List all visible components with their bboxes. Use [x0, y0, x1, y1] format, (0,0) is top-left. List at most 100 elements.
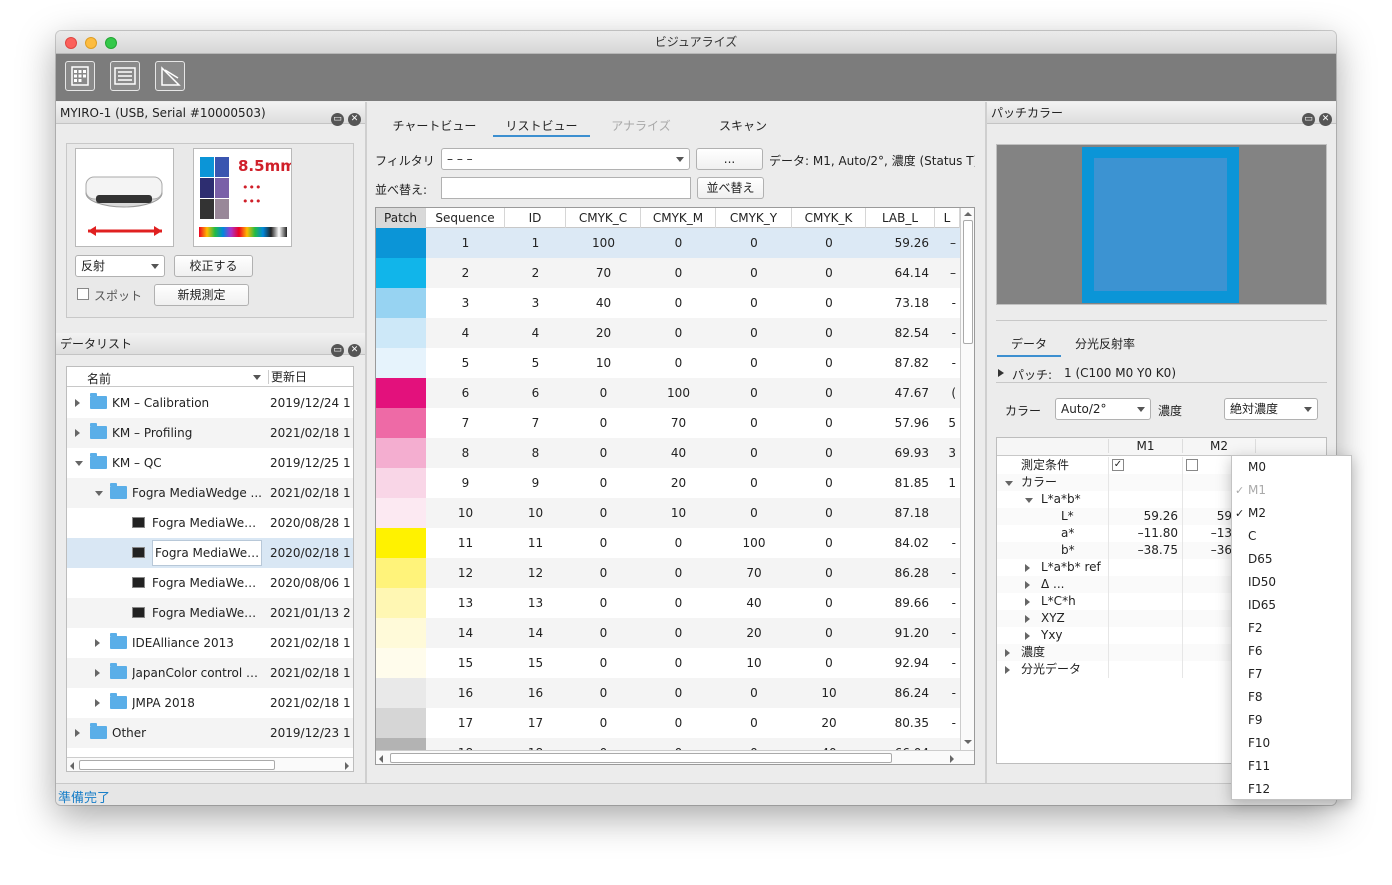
close-panel-icon[interactable]: ✕ — [348, 113, 361, 126]
scroll-down-arrow-icon[interactable] — [964, 740, 972, 744]
expand-arrow-icon[interactable] — [75, 399, 80, 407]
collapse-arrow-icon[interactable] — [95, 491, 103, 496]
menu-item[interactable]: F11 — [1232, 755, 1351, 778]
scroll-thumb[interactable] — [79, 760, 275, 770]
tree-row[interactable]: KM – Calibration 2019/12/24 1 — [67, 388, 353, 418]
menu-item[interactable]: F10 — [1232, 732, 1351, 755]
col-header-lab-l[interactable]: LAB_L — [866, 208, 935, 228]
table-row[interactable]: 2 2 70 0 0 0 64.14 – — [376, 258, 974, 288]
m1-condition-checkbox[interactable]: ✓ — [1112, 459, 1124, 471]
tree-row[interactable]: IDEAlliance 2013 2021/02/18 1 — [67, 628, 353, 658]
expand-arrow-icon[interactable] — [1005, 649, 1010, 657]
collapse-arrow-icon[interactable] — [1025, 498, 1033, 503]
table-row[interactable]: 12 12 0 0 70 0 86.28 - — [376, 558, 974, 588]
tree-row[interactable]: KM – QC 2019/12/25 1 — [67, 448, 353, 478]
col-header-sequence[interactable]: Sequence — [426, 208, 505, 228]
menu-item[interactable]: F8 — [1232, 686, 1351, 709]
close-panel-icon[interactable]: ✕ — [1319, 113, 1332, 126]
spot-checkbox[interactable] — [77, 288, 89, 300]
table-row[interactable]: 13 13 0 0 40 0 89.66 - — [376, 588, 974, 618]
tree-row[interactable]: Fogra MediaWed... 2020/08/06 1 — [67, 568, 353, 598]
col-header-l[interactable]: L — [935, 208, 960, 228]
menu-item[interactable]: ✓ M2 — [1232, 502, 1351, 525]
menu-item[interactable]: F6 — [1232, 640, 1351, 663]
scroll-left-arrow-icon[interactable] — [70, 762, 74, 770]
expand-arrow-icon[interactable] — [1025, 598, 1030, 606]
tree-row[interactable]: Fogra MediaWed... 2020/02/18 1 — [67, 538, 353, 568]
tree-row[interactable]: Fogra MediaWed... 2021/01/13 2 — [67, 598, 353, 628]
expand-arrow-icon[interactable] — [1025, 632, 1030, 640]
expand-arrow-icon[interactable] — [95, 639, 100, 647]
col-header-cmyk-y[interactable]: CMYK_Y — [716, 208, 792, 228]
collapse-arrow-icon[interactable] — [75, 461, 83, 466]
col-header-id[interactable]: ID — [505, 208, 566, 228]
tree-col-date[interactable]: 更新日 — [268, 370, 307, 384]
filter-select[interactable]: – – – — [441, 148, 690, 170]
calibrate-button[interactable]: 校正する — [174, 255, 253, 277]
col-header-cmyk-m[interactable]: CMYK_M — [641, 208, 716, 228]
tree-row[interactable]: JMPA 2018 2021/02/18 1 — [67, 688, 353, 718]
tab-analyze[interactable]: アナライズ — [611, 117, 671, 137]
collapse-arrow-icon[interactable] — [1005, 481, 1013, 486]
menu-item[interactable]: F2 — [1232, 617, 1351, 640]
expand-arrow-icon[interactable] — [1005, 666, 1010, 674]
col-header-patch[interactable]: Patch — [376, 208, 426, 228]
filter-more-button[interactable]: ... — [696, 148, 763, 170]
tree-row[interactable]: JapanColor control s... 2021/02/18 1 — [67, 658, 353, 688]
menu-item[interactable]: C — [1232, 525, 1351, 548]
menu-item[interactable]: F7 — [1232, 663, 1351, 686]
new-measure-button[interactable]: 新規測定 — [154, 284, 249, 306]
table-row[interactable]: 11 11 0 0 100 0 84.02 - — [376, 528, 974, 558]
scroll-right-arrow-icon[interactable] — [950, 755, 954, 763]
menu-item[interactable]: F9 — [1232, 709, 1351, 732]
left-splitter[interactable] — [365, 102, 367, 783]
minimize-window-icon[interactable] — [85, 37, 97, 49]
expand-arrow-icon[interactable] — [95, 669, 100, 677]
expand-arrow-icon[interactable] — [75, 729, 80, 737]
expand-arrow-icon[interactable] — [1025, 581, 1030, 589]
scroll-up-arrow-icon[interactable] — [964, 212, 972, 216]
right-splitter[interactable] — [985, 102, 987, 783]
tab-data[interactable]: データ — [997, 335, 1061, 357]
sort-button[interactable]: 並べ替え — [697, 177, 764, 199]
table-vertical-scrollbar[interactable] — [960, 208, 974, 750]
tree-horizontal-scrollbar[interactable] — [67, 757, 353, 771]
tree-col-name[interactable]: 名前 — [87, 370, 111, 387]
table-horizontal-scrollbar[interactable] — [376, 750, 974, 764]
restore-panel-icon[interactable]: ▭ — [1302, 113, 1315, 126]
chart-grid-tool-button[interactable] — [65, 61, 95, 91]
close-panel-icon[interactable]: ✕ — [348, 344, 361, 357]
list-view-tool-button[interactable] — [110, 61, 140, 91]
table-row[interactable]: 3 3 40 0 0 0 73.18 - — [376, 288, 974, 318]
expand-arrow-icon[interactable] — [1025, 564, 1030, 572]
m2-condition-checkbox[interactable] — [1186, 459, 1198, 471]
table-row[interactable]: 8 8 0 40 0 0 69.93 3 — [376, 438, 974, 468]
expand-arrow-icon[interactable] — [75, 429, 80, 437]
menu-item[interactable]: ID65 — [1232, 594, 1351, 617]
col-header-cmyk-c[interactable]: CMYK_C — [566, 208, 641, 228]
table-row[interactable]: 5 5 10 0 0 0 87.82 - — [376, 348, 974, 378]
analyze-tool-button[interactable] — [155, 61, 185, 91]
expand-patch-icon[interactable] — [998, 369, 1004, 377]
tab-chart-view[interactable]: チャートビュー — [392, 117, 477, 137]
tab-spectral-reflectance[interactable]: 分光反射率 — [1065, 335, 1145, 357]
table-row[interactable]: 4 4 20 0 0 0 82.54 - — [376, 318, 974, 348]
tree-row[interactable]: Other 2019/12/23 1 — [67, 718, 353, 748]
tree-row[interactable]: Fogra MediaWed... 2020/08/28 1 — [67, 508, 353, 538]
restore-panel-icon[interactable]: ▭ — [331, 113, 344, 126]
table-row[interactable]: 9 9 0 20 0 0 81.85 1 — [376, 468, 974, 498]
menu-item[interactable]: ID50 — [1232, 571, 1351, 594]
table-row[interactable]: 6 6 0 100 0 0 47.67 ( — [376, 378, 974, 408]
sort-input[interactable] — [441, 177, 691, 199]
table-row[interactable]: 15 15 0 0 10 0 92.94 - — [376, 648, 974, 678]
scroll-right-arrow-icon[interactable] — [345, 762, 349, 770]
restore-panel-icon[interactable]: ▭ — [331, 344, 344, 357]
table-row[interactable]: 17 17 0 0 0 20 80.35 - — [376, 708, 974, 738]
density-select[interactable]: 絶対濃度 — [1224, 398, 1318, 420]
tab-list-view[interactable]: リストビュー — [493, 117, 590, 137]
tree-row[interactable]: Fogra MediaWedge ... 2021/02/18 1 — [67, 478, 353, 508]
table-row[interactable]: 10 10 0 10 0 0 87.18 — [376, 498, 974, 528]
table-row[interactable]: 1 1 100 0 0 0 59.26 – — [376, 228, 974, 258]
color-mode-select[interactable]: Auto/2° — [1055, 398, 1151, 420]
zoom-window-icon[interactable] — [105, 37, 117, 49]
